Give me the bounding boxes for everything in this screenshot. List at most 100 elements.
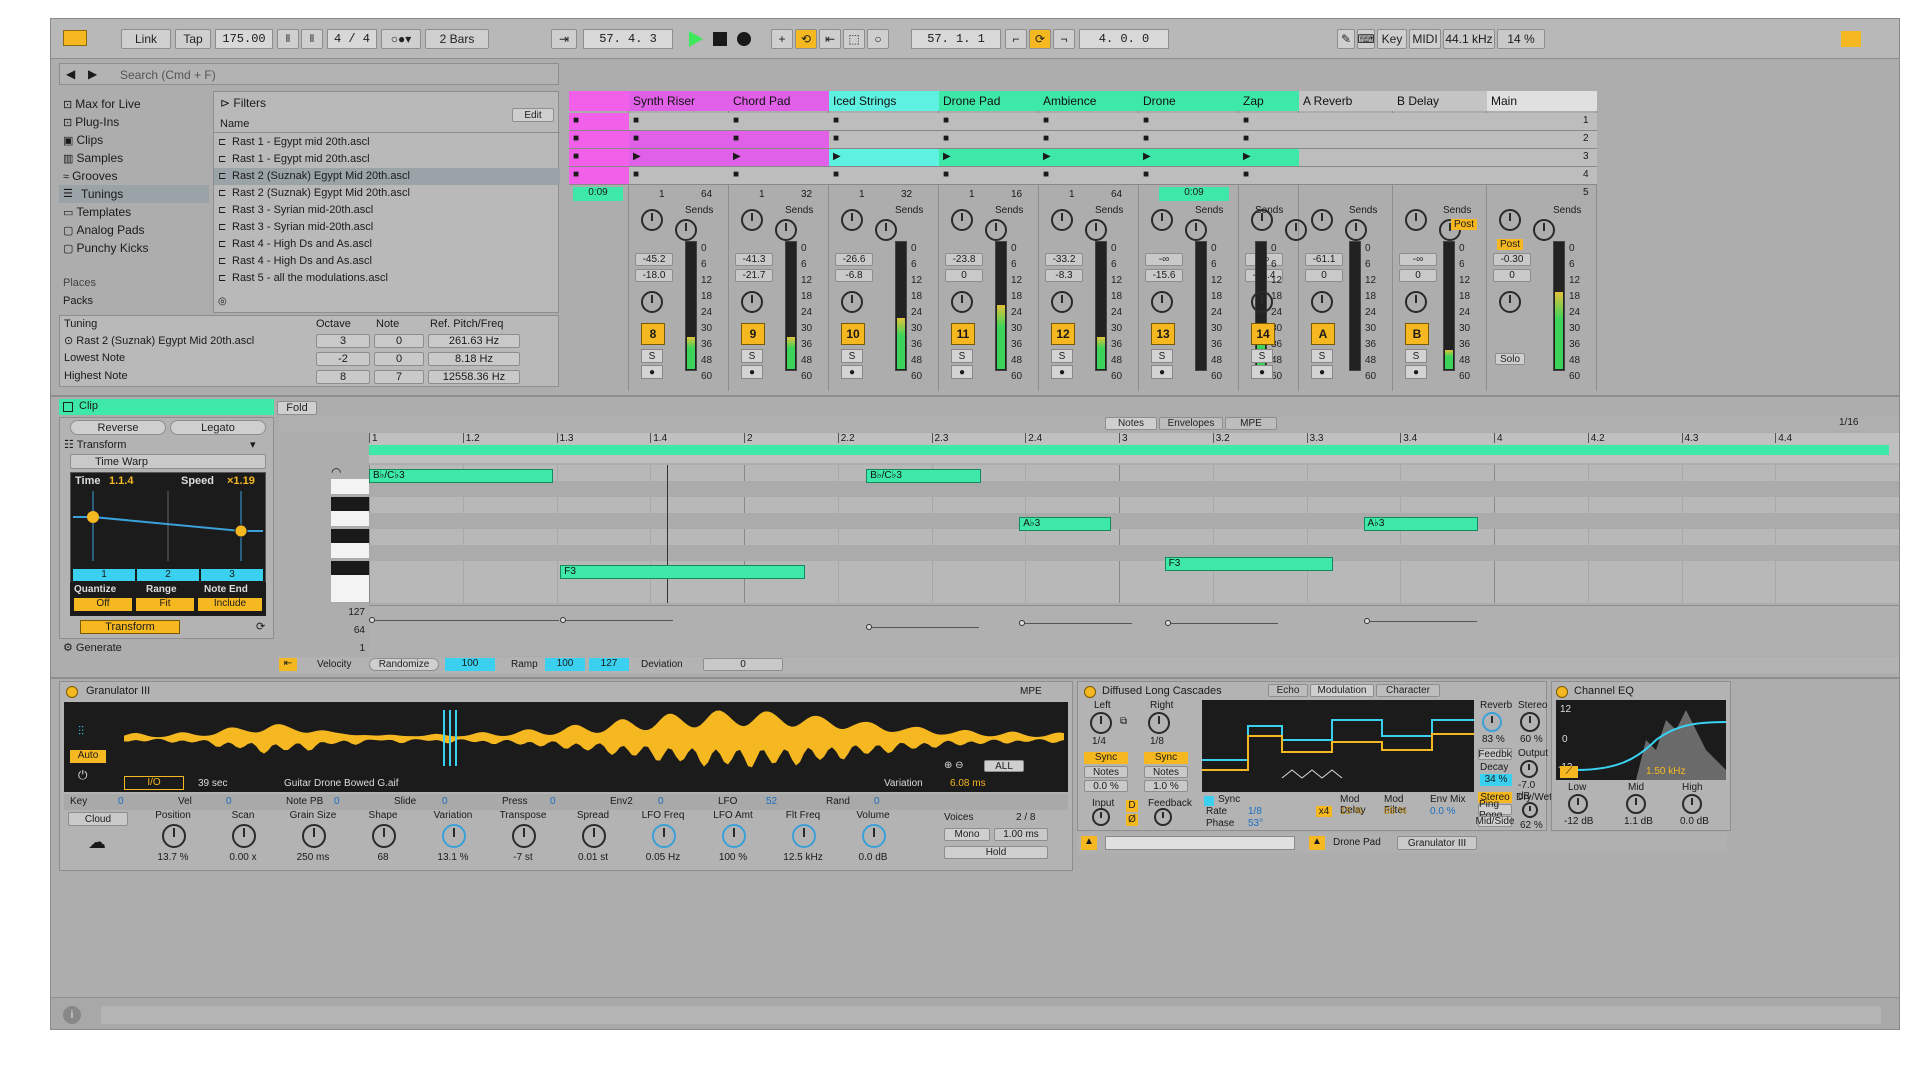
tuning-name[interactable]: ⊙ Rast 2 (Suznak) Egypt Mid 20th.ascl	[64, 334, 254, 347]
quantize-menu[interactable]: 2 Bars	[425, 29, 489, 49]
midi-note[interactable]: B♭/C♭3	[369, 469, 553, 483]
piano-key-black[interactable]	[331, 529, 369, 543]
capture-icon[interactable]: ⬚	[843, 29, 865, 49]
volume-field[interactable]: -∞	[1399, 253, 1437, 266]
clip-slot[interactable]	[1487, 149, 1597, 167]
clip-slot[interactable]: ■	[569, 149, 629, 167]
filters-toggle[interactable]: ⊳ Filters	[220, 96, 266, 110]
file-row[interactable]: ⊏ Rast 1 - Egypt mid 20th.ascl	[214, 151, 560, 168]
arm-icon[interactable]: ●	[1251, 365, 1273, 379]
mod-source-value[interactable]: 52	[766, 796, 777, 807]
clip-stop-icon[interactable]: ■	[573, 169, 579, 180]
pan-field[interactable]: -15.6	[1145, 269, 1183, 282]
send-b-knob[interactable]	[1533, 219, 1555, 241]
file-row[interactable]: ⊏ Rast 3 - Syrian mid-20th.ascl	[214, 202, 560, 219]
track-activator-button[interactable]: 14	[1251, 323, 1275, 345]
track-header[interactable]: Chord Pad	[729, 91, 829, 111]
clip-slot[interactable]	[1299, 149, 1393, 167]
pan-knob[interactable]	[641, 291, 663, 313]
punch-in-icon[interactable]: ⌐	[1005, 29, 1027, 49]
velocity-tools-icon[interactable]: ⇤	[279, 658, 297, 671]
clip-slot[interactable]	[1487, 131, 1597, 149]
clip-stop-icon[interactable]: ■	[573, 115, 579, 126]
send-a-knob[interactable]	[741, 209, 763, 231]
clip-slot[interactable]: ■	[629, 131, 729, 149]
track-header[interactable]: A Reverb	[1299, 91, 1393, 111]
lfo-sync-checkbox[interactable]	[1204, 796, 1214, 806]
clip-stop-icon[interactable]: ■	[943, 133, 949, 144]
clip-stop-icon[interactable]: ■	[1243, 133, 1249, 144]
ramp-end[interactable]: 127	[589, 658, 629, 671]
feedback-knob[interactable]	[1154, 808, 1172, 826]
tab-echo[interactable]: Echo	[1268, 684, 1308, 697]
granulator-knob[interactable]	[442, 824, 466, 848]
track-activator-button[interactable]: 12	[1051, 323, 1075, 345]
clip-stop-icon[interactable]: ■	[633, 169, 639, 180]
device-on-icon[interactable]	[1556, 686, 1568, 698]
mod-source-value[interactable]: 0	[442, 796, 448, 807]
track-activator-button[interactable]: 8	[641, 323, 665, 345]
tap-button[interactable]: Tap	[175, 29, 211, 49]
x4-button[interactable]: x4	[1316, 806, 1332, 817]
send-b-knob[interactable]	[1085, 219, 1107, 241]
stop-icon[interactable]	[713, 32, 727, 46]
device-overview[interactable]	[1105, 836, 1295, 850]
search-input[interactable]: Search (Cmd + F)	[120, 68, 216, 82]
pan-knob[interactable]	[951, 291, 973, 313]
velocity-lane[interactable]	[369, 605, 1899, 655]
pan-knob[interactable]	[741, 291, 763, 313]
clip-slot[interactable]: ▶	[1139, 149, 1239, 167]
clip-stop-icon[interactable]: ■	[573, 133, 579, 144]
clip-slot[interactable]: ■	[729, 167, 829, 185]
randomize-button[interactable]: Randomize	[369, 658, 439, 671]
clip-slot[interactable]	[1393, 149, 1487, 167]
transform-section[interactable]: ☷ Transform ▾	[64, 438, 256, 451]
file-row[interactable]: ⊏ Rast 2 (Suznak) Egypt Mid 20th.ascl	[214, 185, 560, 202]
midi-note[interactable]: B♭/C♭3	[866, 469, 981, 483]
arm-icon[interactable]: ●	[1311, 365, 1333, 379]
clip-slot[interactable]: ▶	[729, 149, 829, 167]
track-activator-button[interactable]: 9	[741, 323, 765, 345]
pan-field[interactable]: 0	[945, 269, 983, 282]
clip-stop-icon[interactable]: ■	[1043, 169, 1049, 180]
session-record-icon[interactable]: ○	[867, 29, 889, 49]
clip-slot[interactable]: ■	[939, 131, 1039, 149]
clip-slot[interactable]: ■	[829, 113, 939, 131]
reverb-knob[interactable]	[1482, 712, 1502, 732]
solo-button[interactable]: S	[641, 349, 663, 363]
clip-stop-icon[interactable]: ■	[833, 115, 839, 126]
preview-icon[interactable]: ◎	[218, 296, 227, 307]
mod-delay-value[interactable]: 15 %	[1340, 806, 1363, 817]
clip-slot[interactable]: ▶	[629, 149, 729, 167]
pan-knob[interactable]	[1051, 291, 1073, 313]
send-a-knob[interactable]	[1311, 209, 1333, 231]
arm-icon[interactable]: ●	[951, 365, 973, 379]
mod-source-value[interactable]: 0	[550, 796, 556, 807]
granulator-knob[interactable]	[652, 824, 676, 848]
send-a-knob[interactable]	[1499, 209, 1521, 231]
quantize-off[interactable]: Off	[74, 598, 132, 611]
refresh-icon[interactable]: ⟳	[256, 620, 265, 633]
arm-icon[interactable]: ●	[1051, 365, 1073, 379]
clip-stop-icon[interactable]: ■	[633, 115, 639, 126]
clip-stop-icon[interactable]: ■	[1243, 169, 1249, 180]
right-sync-button[interactable]: Sync	[1144, 752, 1188, 764]
tab-mpe[interactable]: MPE	[1225, 417, 1277, 430]
volume-field[interactable]: -26.6	[835, 253, 873, 266]
play-icon[interactable]	[689, 31, 703, 47]
lowest-note-field[interactable]: 0	[374, 352, 424, 366]
clip-slot[interactable]: ■	[939, 113, 1039, 131]
follow-icon[interactable]: ⇥	[551, 29, 577, 49]
clip-stop-icon[interactable]: ■	[1143, 133, 1149, 144]
ping-pong-button[interactable]: Ping Pong	[1478, 799, 1512, 821]
post-button[interactable]: Post	[1451, 219, 1477, 230]
file-row[interactable]: ⊏ Rast 1 - Egypt mid 20th.ascl	[214, 134, 560, 151]
clip-play-icon[interactable]: ▶	[943, 151, 951, 162]
clip-stop-icon[interactable]: ■	[1043, 133, 1049, 144]
io-button[interactable]: I/O	[124, 776, 184, 790]
expand-icon[interactable]: ▲	[1081, 836, 1097, 850]
scene-number[interactable]: 4	[1583, 169, 1589, 180]
left-offset[interactable]: 0.0 %	[1084, 780, 1128, 792]
piano-key-black[interactable]	[331, 561, 369, 575]
punch-out-icon[interactable]: ¬	[1053, 29, 1075, 49]
